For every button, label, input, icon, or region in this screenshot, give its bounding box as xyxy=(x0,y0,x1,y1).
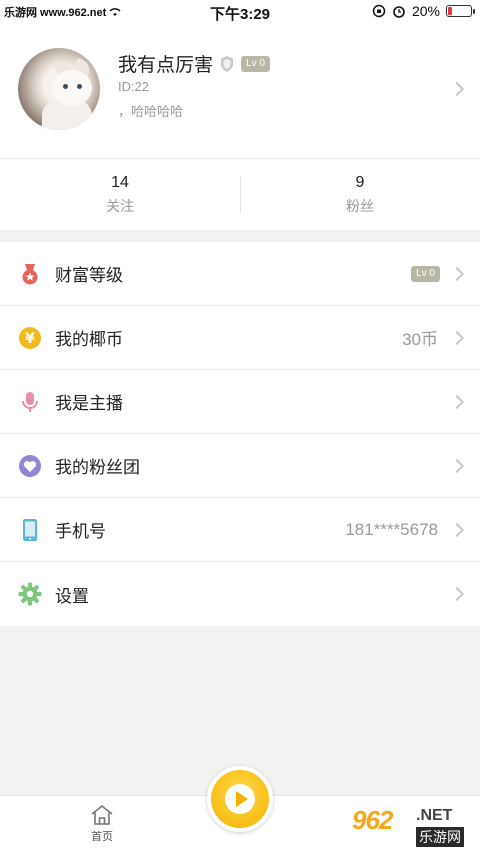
medal-icon xyxy=(18,262,42,286)
nickname: 我有点厉害 xyxy=(118,55,214,76)
status-bar: 乐游网 www.962.net 下午3:29 20% xyxy=(0,0,480,24)
watermark-logo: 962 .NET 乐游网 xyxy=(346,803,474,847)
menu-label: 我的粉丝团 xyxy=(55,458,140,477)
chevron-right-icon xyxy=(449,458,465,474)
tab-home[interactable]: 首页 xyxy=(78,804,126,844)
stat-following[interactable]: 14 关注 xyxy=(0,159,240,230)
stats-bar: 14 关注 9 粉丝 xyxy=(0,158,480,230)
watermark-net: .NET xyxy=(416,807,453,824)
chevron-right-icon xyxy=(449,330,465,346)
battery-percent: 20% xyxy=(411,3,440,19)
tab-bar: 首页 962 .NET 乐游网 xyxy=(0,766,480,853)
menu-label: 财富等级 xyxy=(55,266,123,285)
menu-item-phone[interactable]: 手机号 181****5678 xyxy=(0,498,480,562)
nickname-row: 我有点厉害 Lv 0 xyxy=(118,50,270,77)
menu-label: 手机号 xyxy=(55,522,106,541)
svg-text:¥: ¥ xyxy=(25,331,35,347)
shield-icon xyxy=(221,55,234,72)
menu-label: 我是主播 xyxy=(55,394,123,413)
watermark-number: 962 xyxy=(352,805,393,835)
menu-item-fan-club[interactable]: 我的粉丝团 xyxy=(0,434,480,498)
tab-home-label: 首页 xyxy=(91,831,113,843)
home-icon xyxy=(91,804,113,825)
watermark-site: 乐游网 xyxy=(416,827,464,847)
menu-item-host[interactable]: 我是主播 xyxy=(0,370,480,434)
level-badge: Lv 0 xyxy=(241,55,270,72)
heart-icon xyxy=(18,454,42,478)
gear-icon xyxy=(18,582,42,606)
battery-icon xyxy=(446,5,475,17)
menu-label: 设置 xyxy=(55,586,89,606)
following-label: 关注 xyxy=(106,197,134,214)
profile-page: 乐游网 www.962.net 下午3:29 20% 我有点厉害 Lv 0 ID… xyxy=(0,0,480,853)
chevron-right-icon xyxy=(449,394,465,410)
wealth-level-badge: Lv 0 xyxy=(411,265,440,282)
menu-label: 我的椰币 xyxy=(55,330,123,349)
stat-divider xyxy=(240,177,241,213)
coins-value: 30币 xyxy=(402,330,438,349)
rotation-lock-icon xyxy=(372,4,386,18)
profile-header[interactable]: 我有点厉害 Lv 0 ID:22 ，哈哈哈哈 xyxy=(0,24,480,158)
phone-value: 181****5678 xyxy=(345,519,438,539)
phone-icon xyxy=(18,518,42,542)
battery-level xyxy=(448,7,453,15)
fans-label: 粉丝 xyxy=(346,197,374,214)
chevron-right-icon xyxy=(449,522,465,538)
menu-item-coins[interactable]: ¥ 我的椰币 30币 xyxy=(0,306,480,370)
signature: ，哈哈哈哈 xyxy=(118,104,184,119)
avatar[interactable] xyxy=(18,48,100,130)
alarm-icon xyxy=(393,6,405,18)
status-indicators: 20% xyxy=(372,3,475,19)
user-id: ID:22 xyxy=(118,79,150,94)
menu-list: 财富等级 Lv 0 ¥ 我的椰币 30币 我是主播 我的粉丝团 手机号 181*… xyxy=(0,242,480,626)
stat-fans[interactable]: 9 粉丝 xyxy=(240,159,480,230)
microphone-icon xyxy=(18,390,42,414)
coin-icon: ¥ xyxy=(18,326,42,350)
live-play-button[interactable] xyxy=(207,766,273,832)
menu-item-settings[interactable]: 设置 xyxy=(0,562,480,626)
chevron-right-icon xyxy=(449,266,465,282)
chevron-right-icon xyxy=(449,81,465,97)
menu-item-wealth-level[interactable]: 财富等级 Lv 0 xyxy=(0,242,480,306)
chevron-right-icon xyxy=(449,586,465,602)
play-icon xyxy=(225,784,255,814)
following-count: 14 xyxy=(111,173,129,191)
fans-count: 9 xyxy=(355,173,365,191)
